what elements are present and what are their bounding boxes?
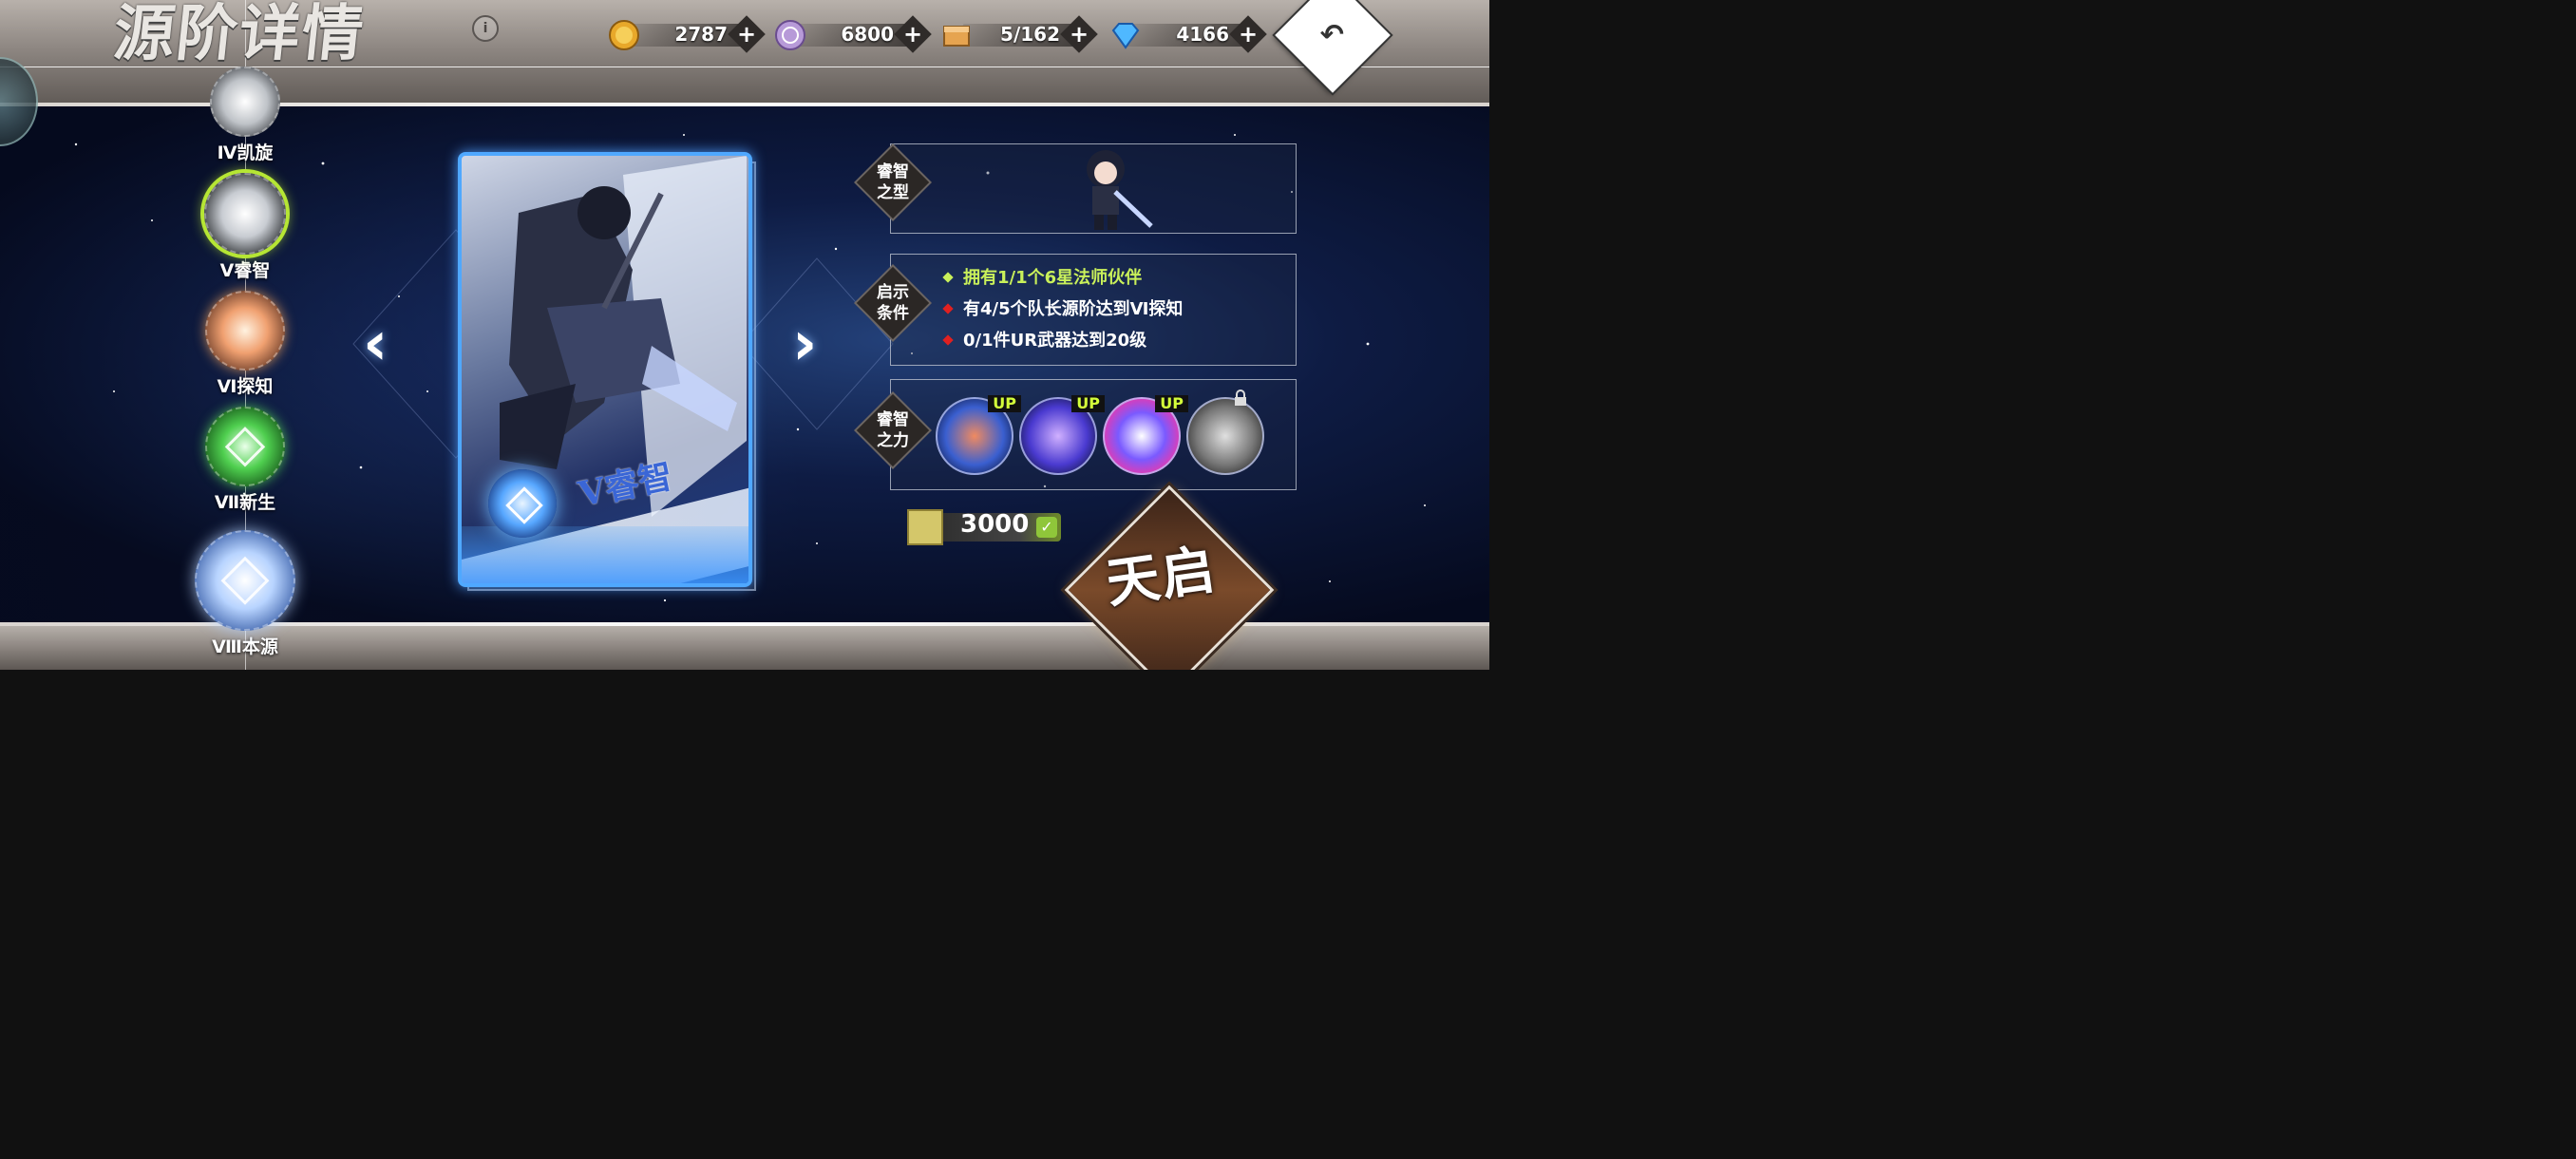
stage-item-triumph[interactable]: Ⅳ凯旋 [188,66,302,164]
plus-icon: + [1069,20,1089,48]
plus-icon: + [1238,20,1259,48]
rune-ring [210,66,280,137]
currency-value: 4166 [1176,23,1229,46]
tag-line: 之力 [877,431,909,450]
condition-text: 拥有1/1个6星法师伙伴 [963,268,1143,288]
lock-icon [1235,390,1246,406]
diamond-icon [1111,23,1140,49]
page-title: 源阶详情 [110,0,369,69]
type-tag-label: 睿智 之型 [855,162,931,203]
stage-item-wisdom[interactable]: Ⅴ睿智 [188,173,302,282]
gold-coin-icon [609,20,639,50]
stage-orb [205,291,285,370]
tag-line: 条件 [877,304,909,323]
add-source-button[interactable]: + [894,15,932,53]
stage-orb [210,66,280,137]
stage-item-origin[interactable]: Ⅷ本源 [188,530,302,658]
currency-source: 6800 + [774,15,932,53]
skill-up-badge: UP [1071,395,1105,412]
add-diamond-button[interactable]: + [1229,15,1267,53]
currency-gold: 2787 + [608,15,766,53]
character-card: Ⅴ睿智 [458,152,752,587]
skill-icon-locked[interactable] [1186,397,1264,475]
apocalypse-button-label: 天启 [1102,538,1221,616]
plus-icon: + [902,20,923,48]
skill-up-badge: UP [988,395,1021,412]
condition-text: 有4/5个队长源阶达到Ⅵ探知 [963,299,1184,319]
tag-line: 睿智 [877,410,909,429]
currency-supply: 5/162 + [940,15,1098,53]
skill-icon[interactable]: UP [1019,395,1105,475]
condition-row-unmet: 0/1件UR武器达到20级 [942,327,1147,352]
rune-ring [204,173,286,255]
info-icon[interactable]: i [472,15,499,42]
currency-diamond: 4166 + [1109,15,1267,53]
stage-label: Ⅳ凯旋 [217,142,274,163]
stage-item-rebirth[interactable]: Ⅶ新生 [188,407,302,514]
condition-row-unmet: 有4/5个队长源阶达到Ⅵ探知 [942,295,1184,320]
stage-orb-selected [204,173,286,255]
stage-label: Ⅴ睿智 [219,260,271,281]
supply-box-icon [943,26,970,47]
game-screen: 源阶详情 i 2787 + 6800 + 5/162 + 4166 + ↶ Ⅳ凯… [0,0,1489,670]
currency-value: 2787 [674,23,728,46]
skill-icon[interactable]: UP [1103,395,1188,475]
condition-unmet-marker-icon [942,302,954,314]
stage-item-explore[interactable]: Ⅵ探知 [188,291,302,398]
condition-tag-label: 启示 条件 [855,282,931,324]
condition-row-met: 拥有1/1个6星法师伙伴 [942,264,1143,289]
currency-value: 6800 [841,23,894,46]
source-crystal-icon [907,509,943,545]
add-gold-button[interactable]: + [728,15,766,53]
plus-icon: + [736,20,757,48]
prev-arrow-icon[interactable]: ‹ [363,314,388,374]
card-footer-glow [462,526,748,583]
rune-ring [205,291,285,370]
tag-line: 启示 [877,283,909,302]
stage-orb [205,407,285,486]
stage-label: Ⅶ新生 [214,492,276,513]
tag-line: 之型 [877,183,909,202]
skill-icon[interactable]: UP [936,395,1021,475]
next-arrow-icon[interactable]: › [792,314,817,374]
currency-value: 5/162 [1000,23,1060,46]
source-crystal-icon [775,20,805,50]
check-icon: ✓ [1036,517,1057,538]
condition-met-marker-icon [942,271,954,283]
cost-value: 3000 [960,510,1030,539]
stage-orb [195,530,295,631]
wisdom-emblem-icon [488,469,557,538]
condition-text: 0/1件UR武器达到20级 [963,331,1147,351]
stage-label: Ⅷ本源 [212,636,278,657]
power-tag-label: 睿智 之力 [855,409,931,451]
tag-line: 睿智 [877,162,909,181]
stage-label: Ⅵ探知 [217,376,274,397]
type-panel [890,143,1297,234]
condition-unmet-marker-icon [942,333,954,346]
add-supply-button[interactable]: + [1060,15,1098,53]
chibi-character-icon [1087,150,1153,230]
back-arrow-icon: ↶ [1320,18,1345,52]
skill-up-badge: UP [1155,395,1188,412]
cost-display: 3000 ✓ [907,509,1061,545]
